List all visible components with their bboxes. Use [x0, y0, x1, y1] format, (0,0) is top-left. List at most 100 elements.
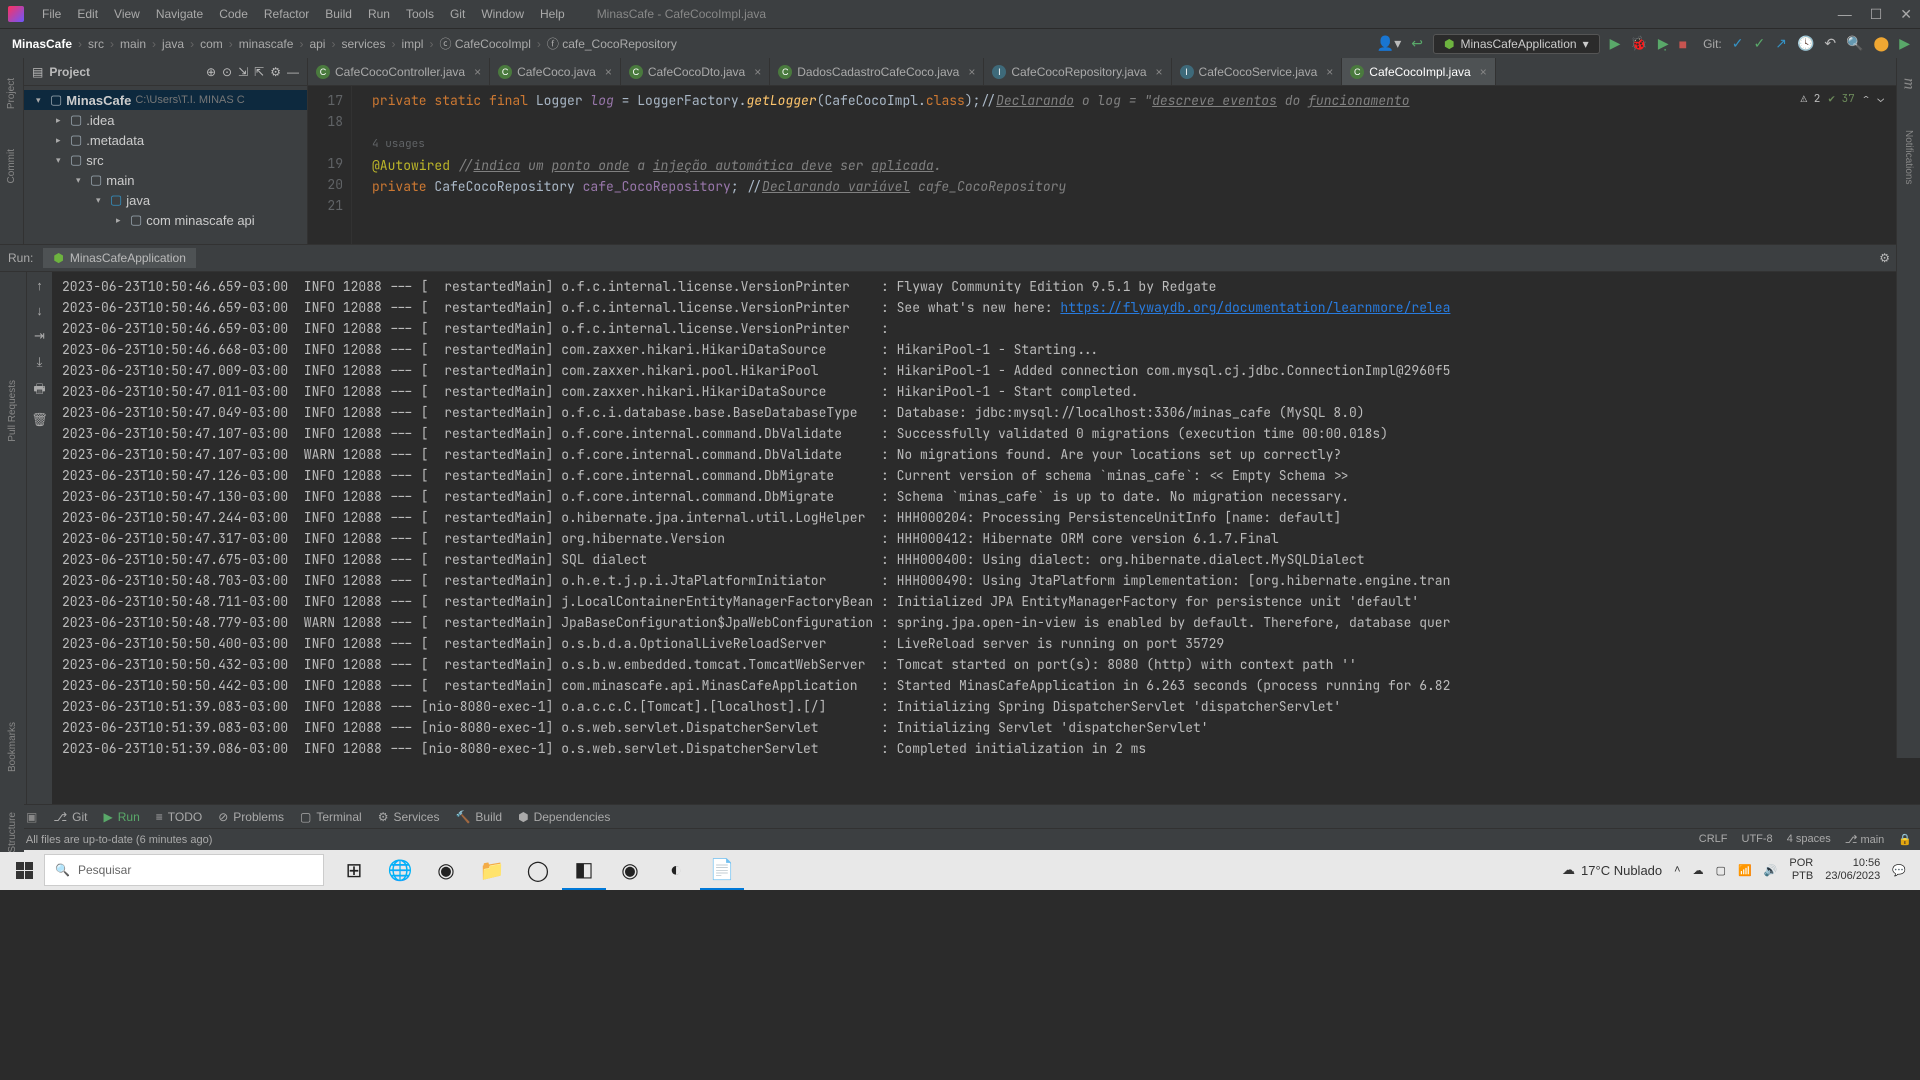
status-lock-icon[interactable]: 🔒	[1898, 833, 1912, 846]
tab-controller[interactable]: CCafeCocoController.java×	[308, 58, 490, 85]
inspections-widget[interactable]: ⚠ 2 ✔ 37 ⌃⌄	[1795, 90, 1890, 108]
tool-maven-icon[interactable]: m	[1900, 78, 1918, 90]
crumb-minascafe[interactable]: minascafe	[237, 37, 296, 51]
close-icon[interactable]: ✕	[1900, 6, 1912, 23]
search-icon[interactable]: 🔍	[1846, 35, 1863, 52]
tool-git[interactable]: ⎇ Git	[53, 810, 87, 824]
tool-structure[interactable]: Structure	[7, 812, 18, 853]
play-icon[interactable]: ▶	[1899, 35, 1910, 52]
run-tab[interactable]: ⬢MinasCafeApplication	[43, 248, 196, 268]
tray-battery-icon[interactable]: ▢	[1716, 864, 1726, 877]
crumb-field[interactable]: ⓕ cafe_CocoRepository	[545, 35, 679, 52]
run-icon[interactable]: ▶	[1610, 35, 1621, 52]
tool-project[interactable]: Project	[6, 78, 17, 109]
tray-language[interactable]: PORPTB	[1789, 857, 1813, 883]
tab-repo[interactable]: ICafeCocoRepository.java×	[984, 58, 1171, 85]
close-tab-icon[interactable]: ×	[968, 65, 975, 79]
status-encoding[interactable]: UTF-8	[1742, 833, 1773, 846]
close-tab-icon[interactable]: ×	[754, 65, 761, 79]
close-tab-icon[interactable]: ×	[1326, 65, 1333, 79]
word-icon[interactable]: 📄	[700, 850, 744, 890]
tray-wifi-icon[interactable]: 📶	[1738, 864, 1752, 877]
menu-edit[interactable]: Edit	[69, 7, 106, 21]
status-indent[interactable]: 4 spaces	[1787, 833, 1831, 846]
opera-icon[interactable]: ◯	[516, 850, 560, 890]
stop-icon[interactable]: ■	[1679, 36, 1687, 52]
down-icon[interactable]: ↓	[36, 303, 43, 318]
tool-services[interactable]: ⚙ Services	[378, 810, 440, 824]
tool-todo[interactable]: ≡ TODO	[156, 810, 202, 824]
code-editor[interactable]: ⚠ 2 ✔ 37 ⌃⌄ 17 18 19 20 21 private stati…	[308, 86, 1920, 244]
expand-icon[interactable]: ⇲	[238, 65, 248, 79]
hide-icon[interactable]: —	[287, 65, 299, 79]
tray-notifications-icon[interactable]: 💬	[1892, 864, 1906, 877]
close-tab-icon[interactable]: ×	[605, 65, 612, 79]
tool-bookmarks[interactable]: Bookmarks	[7, 722, 18, 772]
console-output[interactable]: 2023-06-23T10:50:46.659-03:00 INFO 12088…	[52, 272, 1920, 804]
status-branch[interactable]: ⎇ main	[1845, 833, 1885, 846]
tray-onedrive-icon[interactable]: ☁	[1693, 864, 1704, 877]
tab-dados[interactable]: CDadosCadastroCafeCoco.java×	[770, 58, 984, 85]
tool-dependencies[interactable]: ⬢ Dependencies	[518, 810, 610, 824]
explorer-icon[interactable]: 📁	[470, 850, 514, 890]
menu-file[interactable]: File	[34, 7, 69, 21]
close-tab-icon[interactable]: ×	[1480, 65, 1487, 79]
menu-window[interactable]: Window	[473, 7, 532, 21]
menu-build[interactable]: Build	[317, 7, 360, 21]
close-tab-icon[interactable]: ×	[1156, 65, 1163, 79]
tool-notifications[interactable]: Notifications	[1903, 130, 1914, 184]
crumb-java[interactable]: java	[160, 37, 186, 51]
select-opened-icon[interactable]: ⊙	[222, 65, 232, 79]
coverage-icon[interactable]: ▶̣	[1658, 35, 1669, 52]
crumb-impl[interactable]: impl	[399, 37, 425, 51]
menu-run[interactable]: Run	[360, 7, 398, 21]
run-config-selector[interactable]: ⬢ MinasCafeApplication ▾	[1433, 34, 1600, 54]
corner-icon[interactable]: ▣	[26, 810, 37, 824]
git-rollback-icon[interactable]: ↶	[1824, 35, 1836, 52]
crumb-api[interactable]: api	[307, 37, 327, 51]
menu-refactor[interactable]: Refactor	[256, 7, 317, 21]
edge-icon[interactable]: 🌐	[378, 850, 422, 890]
scroll-icon[interactable]: ⤓	[37, 354, 43, 370]
wrap-icon[interactable]: ⇥	[34, 328, 45, 344]
crumb-com[interactable]: com	[198, 37, 225, 51]
maximize-icon[interactable]: ☐	[1870, 6, 1883, 23]
tool-terminal[interactable]: ▢ Terminal	[300, 810, 362, 824]
menu-code[interactable]: Code	[211, 7, 256, 21]
tool-commit[interactable]: Commit	[6, 149, 17, 183]
crumb-main[interactable]: main	[118, 37, 148, 51]
tray-volume-icon[interactable]: 🔊	[1764, 864, 1778, 877]
taskbar-search[interactable]: 🔍Pesquisar	[44, 854, 324, 886]
run-settings-icon[interactable]: ⚙	[1879, 251, 1890, 265]
git-update-icon[interactable]: ✓	[1732, 35, 1744, 52]
print-icon[interactable]: 🖶	[33, 380, 45, 402]
crumb-src[interactable]: src	[86, 37, 106, 51]
weather-widget[interactable]: ☁17°C Nublado	[1562, 862, 1662, 878]
close-tab-icon[interactable]: ×	[474, 65, 481, 79]
tab-dto[interactable]: CCafeCocoDto.java×	[621, 58, 770, 85]
git-push-icon[interactable]: ↗	[1775, 35, 1787, 52]
tray-chevron-icon[interactable]: ˄	[1674, 864, 1680, 876]
minimize-icon[interactable]: —	[1838, 6, 1852, 23]
start-button[interactable]	[4, 850, 44, 890]
tool-pull-requests[interactable]: Pull Requests	[7, 380, 18, 442]
settings-icon[interactable]: ⚙	[270, 65, 281, 79]
chrome2-icon[interactable]: ◉	[608, 850, 652, 890]
tool-run[interactable]: ▶ Run	[104, 810, 140, 824]
ide-update-icon[interactable]: ⬤	[1874, 35, 1890, 52]
clear-icon[interactable]: 🗑	[31, 412, 48, 428]
collapse-icon[interactable]: ⇱	[254, 65, 264, 79]
chrome-icon[interactable]: ◉	[424, 850, 468, 890]
git-commit-icon[interactable]: ✓	[1753, 35, 1765, 52]
menu-help[interactable]: Help	[532, 7, 573, 21]
firefox-icon[interactable]: ◐	[654, 850, 698, 890]
up-icon[interactable]: ↑	[36, 278, 43, 293]
status-crlf[interactable]: CRLF	[1699, 833, 1728, 846]
menu-git[interactable]: Git	[442, 7, 473, 21]
crumb-services[interactable]: services	[339, 37, 387, 51]
code-with-me-icon[interactable]: 👤▾	[1377, 35, 1401, 52]
menu-navigate[interactable]: Navigate	[148, 7, 211, 21]
scope-icon[interactable]: ⊕	[206, 65, 216, 79]
tab-cafecoco[interactable]: CCafeCoco.java×	[490, 58, 621, 85]
tray-clock[interactable]: 10:5623/06/2023	[1825, 857, 1880, 883]
